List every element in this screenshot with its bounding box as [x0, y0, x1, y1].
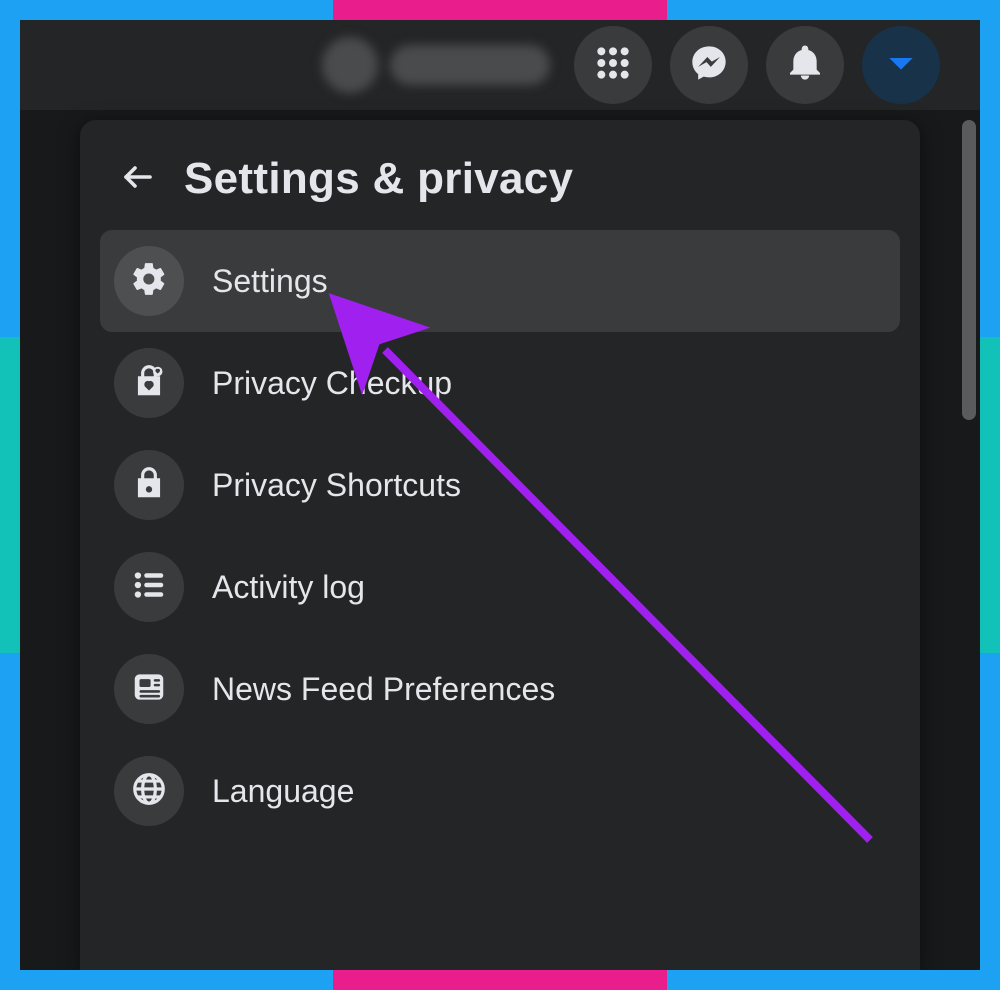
menu-item-label: Privacy Checkup — [212, 365, 452, 402]
menu-item-label: News Feed Preferences — [212, 671, 555, 708]
avatar — [322, 37, 378, 93]
top-nav-bar — [20, 20, 980, 110]
menu-item-privacy-shortcuts[interactable]: Privacy Shortcuts — [100, 434, 900, 536]
menu-grid-button[interactable] — [574, 26, 652, 104]
menu-item-news-feed-preferences[interactable]: News Feed Preferences — [100, 638, 900, 740]
menu-item-label: Settings — [212, 263, 328, 300]
messenger-icon — [689, 43, 729, 88]
panel-header: Settings & privacy — [100, 150, 900, 230]
menu-item-activity-log[interactable]: Activity log — [100, 536, 900, 638]
menu-item-settings[interactable]: Settings — [100, 230, 900, 332]
arrow-left-icon — [120, 159, 156, 200]
messenger-button[interactable] — [670, 26, 748, 104]
profile-chip-blurred[interactable] — [322, 37, 550, 93]
notifications-button[interactable] — [766, 26, 844, 104]
menu-item-label: Activity log — [212, 569, 365, 606]
scrollbar-thumb[interactable] — [962, 120, 976, 420]
bell-icon — [785, 43, 825, 88]
caret-down-icon — [881, 43, 921, 88]
list-icon — [130, 566, 168, 609]
menu-item-privacy-checkup[interactable]: Privacy Checkup — [100, 332, 900, 434]
newspaper-icon — [130, 668, 168, 711]
account-dropdown-button[interactable] — [862, 26, 940, 104]
globe-icon — [130, 770, 168, 813]
profile-name-placeholder — [390, 45, 550, 85]
back-button[interactable] — [118, 159, 158, 199]
gear-icon — [130, 260, 168, 303]
lock-heart-icon — [130, 362, 168, 405]
menu-list: Settings Privacy Checkup Privacy Shortcu… — [100, 230, 900, 842]
lock-icon — [130, 464, 168, 507]
menu-item-label: Privacy Shortcuts — [212, 467, 461, 504]
menu-item-language[interactable]: Language — [100, 740, 900, 842]
grid-icon — [593, 43, 633, 88]
menu-item-label: Language — [212, 773, 354, 810]
panel-title: Settings & privacy — [184, 154, 573, 204]
settings-privacy-panel: Settings & privacy Settings Privacy Chec… — [80, 120, 920, 970]
